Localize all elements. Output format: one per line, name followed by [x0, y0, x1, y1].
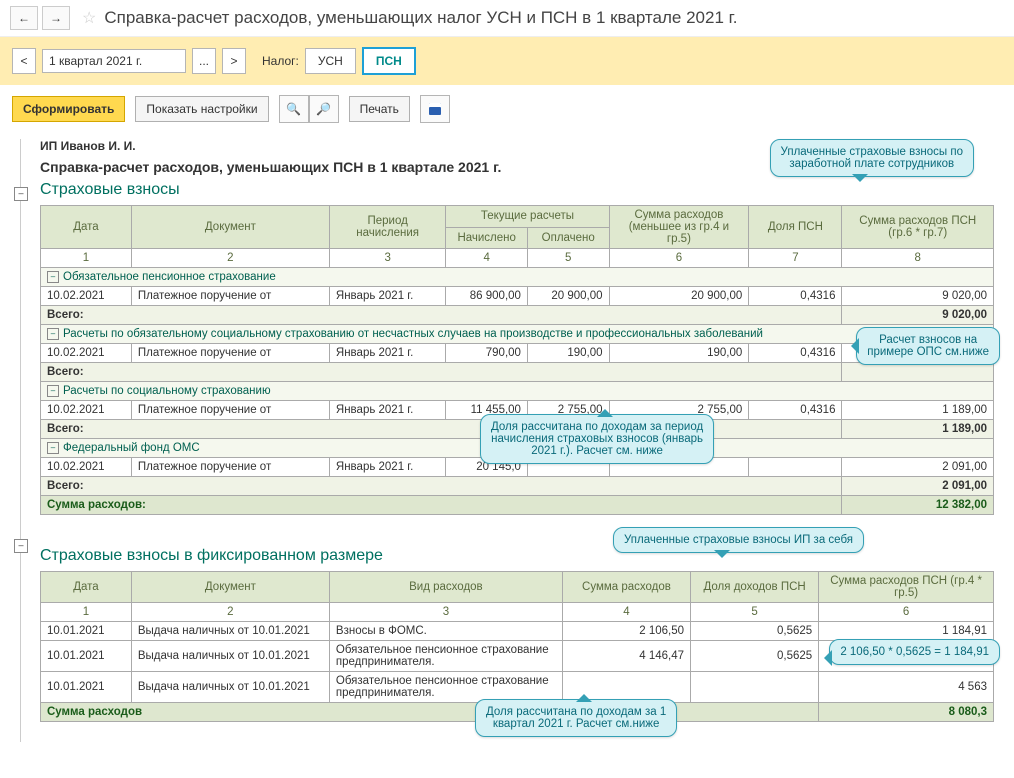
tax-label: Налог:	[262, 54, 299, 68]
magnifier-plus-icon: 🔍	[286, 102, 301, 116]
zoom-in-button[interactable]: 🔍	[279, 95, 309, 123]
generate-button[interactable]: Сформировать	[12, 96, 125, 122]
table-row[interactable]: 10.02.2021Платежное поручение отЯнварь 2…	[41, 287, 994, 306]
row-toggle[interactable]: –	[47, 442, 59, 454]
callout-formula: 2 106,50 * 0,5625 = 1 184,91	[829, 639, 1000, 665]
callout-ops: Расчет взносов напримере ОПС см.ниже	[856, 327, 1000, 365]
arrow-left-icon: ←	[18, 11, 30, 25]
table-row[interactable]: 10.01.2021Выдача наличных от 10.01.2021О…	[41, 672, 994, 703]
row-toggle[interactable]: –	[47, 328, 59, 340]
period-select[interactable]: ...	[192, 48, 216, 74]
tab-psn[interactable]: ПСН	[362, 47, 416, 75]
zoom-out-button[interactable]: 🔎	[309, 95, 339, 123]
callout-q1: Доля рассчитана по доходам за 1квартал 2…	[475, 699, 677, 737]
tab-usn[interactable]: УСН	[305, 48, 356, 74]
favorite-star-icon[interactable]: ☆	[82, 8, 96, 28]
table-row[interactable]: 10.01.2021Выдача наличных от 10.01.2021В…	[41, 622, 994, 641]
table-insurance: Дата Документ Период начисления Текущие …	[40, 205, 994, 515]
period-prev[interactable]: <	[12, 48, 36, 74]
show-settings-button[interactable]: Показать настройки	[135, 96, 268, 122]
callout-share: Доля рассчитана по доходам за периодначи…	[480, 414, 714, 464]
period-next[interactable]: >	[222, 48, 246, 74]
row-toggle[interactable]: –	[47, 385, 59, 397]
magnifier-minus-icon: 🔎	[316, 102, 331, 116]
forward-button[interactable]: →	[42, 6, 70, 30]
tree-toggle-section2[interactable]: –	[14, 539, 28, 553]
row-toggle[interactable]: –	[47, 271, 59, 283]
back-button[interactable]: ←	[10, 6, 38, 30]
floppy-icon	[429, 103, 441, 115]
page-title: Справка-расчет расходов, уменьшающих нал…	[104, 8, 737, 28]
arrow-right-icon: →	[50, 11, 62, 25]
print-button[interactable]: Печать	[349, 96, 410, 122]
callout-payroll: Уплаченные страховые взносы позаработной…	[770, 139, 974, 177]
save-button[interactable]	[420, 95, 450, 123]
callout-ip-self: Уплаченные страховые взносы ИП за себя	[613, 527, 864, 553]
tree-toggle-section1[interactable]: –	[14, 187, 28, 201]
period-input[interactable]: 1 квартал 2021 г.	[42, 49, 186, 73]
